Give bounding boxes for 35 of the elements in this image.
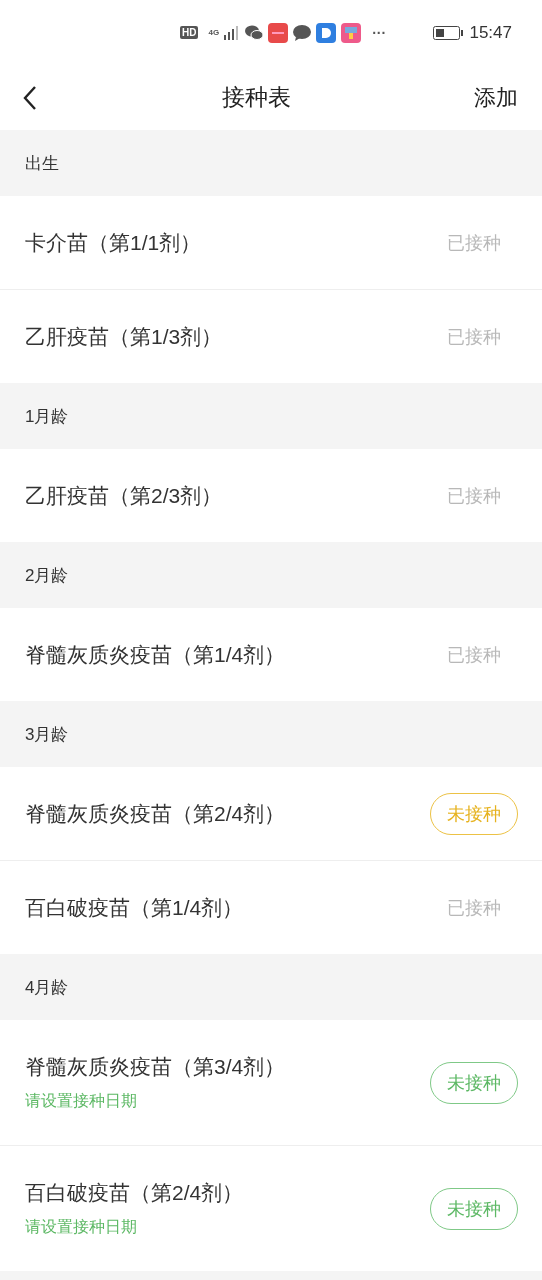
- app-icon: [268, 22, 289, 43]
- status-label: 已接种: [446, 231, 502, 255]
- add-button[interactable]: 添加: [474, 82, 518, 113]
- network-label: 4G: [208, 28, 220, 37]
- battery-icon: [433, 25, 464, 40]
- vaccine-name: 乙肝疫苗（第2/3剂）: [25, 482, 224, 509]
- more-indicator: ···: [372, 24, 387, 41]
- chat-bubbles-icon: [245, 25, 264, 40]
- message-icon: [293, 24, 312, 41]
- status-label: 已接种: [446, 325, 502, 349]
- date-hint-link[interactable]: 请设置接种日期: [25, 1217, 430, 1238]
- vaccine-name: 乙肝疫苗（第1/3剂）: [25, 323, 224, 350]
- vaccine-name: 脊髓灰质炎疫苗（第3/4剂）: [25, 1054, 287, 1080]
- date-hint-link[interactable]: 请设置接种日期: [25, 1091, 430, 1112]
- vaccine-name: 脊髓灰质炎疫苗（第1/4剂）: [25, 641, 287, 668]
- section-header: 2月龄: [0, 542, 542, 608]
- vaccine-name: 脊髓灰质炎疫苗（第2/4剂）: [25, 800, 287, 827]
- section-header: 1月龄: [0, 383, 542, 449]
- signal-icon: [224, 25, 241, 40]
- status-label: 已接种: [446, 484, 502, 508]
- app-icon: [341, 22, 362, 43]
- app-icon: [316, 22, 337, 43]
- section-header: 3月龄: [0, 701, 542, 767]
- status-label: 已接种: [446, 896, 502, 920]
- back-icon: [22, 84, 38, 111]
- clock-time: 15:47: [469, 22, 512, 43]
- section-header: 出生: [0, 130, 542, 196]
- vaccine-name: 百白破疫苗（第1/4剂）: [25, 894, 245, 921]
- vaccine-name: 卡介苗（第1/1剂）: [25, 229, 203, 256]
- vaccine-name: 百白破疫苗（第2/4剂）: [25, 1180, 245, 1206]
- page-title: 接种表: [220, 83, 292, 112]
- hd-badge: HD: [180, 26, 199, 39]
- section-header: 4月龄: [0, 954, 542, 1020]
- back-button[interactable]: [22, 84, 38, 111]
- status-label: 已接种: [446, 643, 502, 667]
